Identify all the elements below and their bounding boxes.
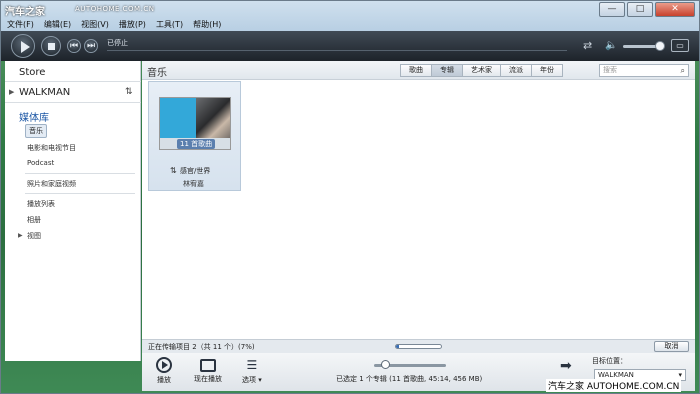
tab-songs[interactable]: 歌曲 [400,64,432,77]
target-label: 目标位置： [592,357,627,365]
view-tabs: 歌曲 专辑 艺术家 流派 年份 [400,64,563,77]
album-title: 感官/世界 [180,167,211,175]
menu-play[interactable]: 播放(P) [119,19,146,30]
sidebar-item-podcast[interactable]: Podcast [27,159,54,167]
sidebar-item-views[interactable]: 视图 [27,231,41,241]
options-button[interactable]: ☰ 选项 ▾ [242,357,262,385]
expand-arrow-icon[interactable]: ▶ [18,232,23,239]
now-playing-icon [200,359,216,372]
play-label: 播放 [157,376,171,384]
options-label: 选项 [242,376,256,384]
main-header: 音乐 歌曲 专辑 艺术家 流派 年份 搜索 ⌕ [142,61,695,80]
options-list-icon: ☰ [246,358,258,372]
player-status: 已停止 [107,39,128,47]
menu-view[interactable]: 视图(V) [81,19,109,30]
sidebar-divider [25,193,135,194]
tab-years[interactable]: 年份 [531,64,563,77]
watermark-bottom: 汽车之家 AUTOHOME.COM.CN [546,379,682,392]
search-icon[interactable]: ⌕ [681,65,685,76]
transfer-arrow-icon[interactable]: ➡ [560,358,572,374]
target-value: WALKMAN [598,371,634,379]
stop-button[interactable] [41,36,61,56]
watermark-logo: 汽车之家 [5,7,45,18]
app-window: 汽车之家 AUTOHOME.COM.CN 文件(F) 编辑(E) 视图(V) 播… [0,0,700,394]
sidebar-item-playlists[interactable]: 播放列表 [27,199,55,209]
next-track-button[interactable] [84,39,98,53]
mini-player-button[interactable]: ▭ [671,39,689,52]
tab-albums[interactable]: 专辑 [431,64,463,77]
main-menu: 文件(F) 编辑(E) 视图(V) 播放(P) 工具(T) 帮助(H) [7,19,221,30]
zoom-slider-thumb[interactable] [381,360,390,369]
sidebar-item-photos[interactable]: 照片和家庭视频 [27,179,76,189]
sidebar-item-albums[interactable]: 相册 [27,215,41,225]
sync-icon: ⇅ [170,166,177,175]
close-button[interactable]: ✕ [655,2,695,17]
seek-bar[interactable] [107,50,567,51]
search-input[interactable]: 搜索 ⌕ [599,64,689,77]
volume-icon[interactable]: 🔈 [605,40,617,51]
transfer-status-text: 正在传输项目 2（共 11 个）(7%) [148,343,255,351]
sidebar-divider [5,81,141,82]
menu-edit[interactable]: 编辑(E) [44,19,71,30]
cancel-button[interactable]: 取消 [654,341,689,352]
play-selected-button[interactable]: 播放 [156,357,172,385]
menu-tools[interactable]: 工具(T) [156,19,183,30]
transfer-status-bar: 正在传输项目 2（共 11 个）(7%) 取消 [142,339,695,353]
watermark-url: AUTOHOME.COM.CN [75,5,155,13]
tab-artists[interactable]: 艺术家 [462,64,501,77]
song-count-badge: 11 首歌曲 [177,139,216,149]
maximize-button[interactable]: □ [627,2,653,17]
play-button[interactable] [11,34,35,58]
sidebar-divider [5,102,141,103]
now-playing-button[interactable]: 现在播放 [194,357,222,384]
sidebar: Store ▶ WALKMAN ⇅ 媒体库 音乐 电影和电视节目 Podcast… [5,61,141,361]
player-bar: 已停止 ⇄ 🔈 ▭ [1,31,699,61]
album-card[interactable]: 11 首歌曲 ⇅ 感官/世界 林宥嘉 [148,81,241,191]
sidebar-item-music[interactable]: 音乐 [25,124,47,138]
window-controls: — □ ✕ [599,2,695,17]
album-artist: 林宥嘉 [183,180,204,188]
transfer-progress-fill [396,345,400,348]
sidebar-item-store[interactable]: Store [19,67,45,78]
sidebar-library-heading[interactable]: 媒体库 [19,109,49,124]
search-placeholder: 搜索 [603,66,617,74]
sync-icon[interactable]: ⇅ [125,87,133,97]
now-playing-label: 现在播放 [194,375,222,383]
sidebar-divider [25,173,135,174]
menu-help[interactable]: 帮助(H) [193,19,221,30]
main-panel: 音乐 歌曲 专辑 艺术家 流派 年份 搜索 ⌕ 11 首歌曲 ⇅ 感官/世界 林 [142,61,695,339]
previous-track-button[interactable] [67,39,81,53]
repeat-icon[interactable]: ⇄ [583,39,592,52]
sidebar-item-walkman[interactable]: WALKMAN [19,87,70,98]
tab-genres[interactable]: 流派 [500,64,532,77]
menu-bar: 汽车之家 AUTOHOME.COM.CN 文件(F) 编辑(E) 视图(V) 播… [1,1,699,31]
sidebar-item-movies-tv[interactable]: 电影和电视节目 [27,143,76,153]
volume-slider-thumb[interactable] [655,41,665,51]
chevron-down-icon: ▾ [256,376,262,384]
menu-file[interactable]: 文件(F) [7,19,34,30]
transfer-progress-bar [395,344,442,349]
expand-arrow-icon[interactable]: ▶ [9,88,14,96]
selection-info: 已选定 1 个专辑 (11 首歌曲, 45:14, 456 MB) [336,375,483,383]
play-circle-icon [156,357,172,373]
page-title: 音乐 [147,68,167,79]
minimize-button[interactable]: — [599,2,625,17]
